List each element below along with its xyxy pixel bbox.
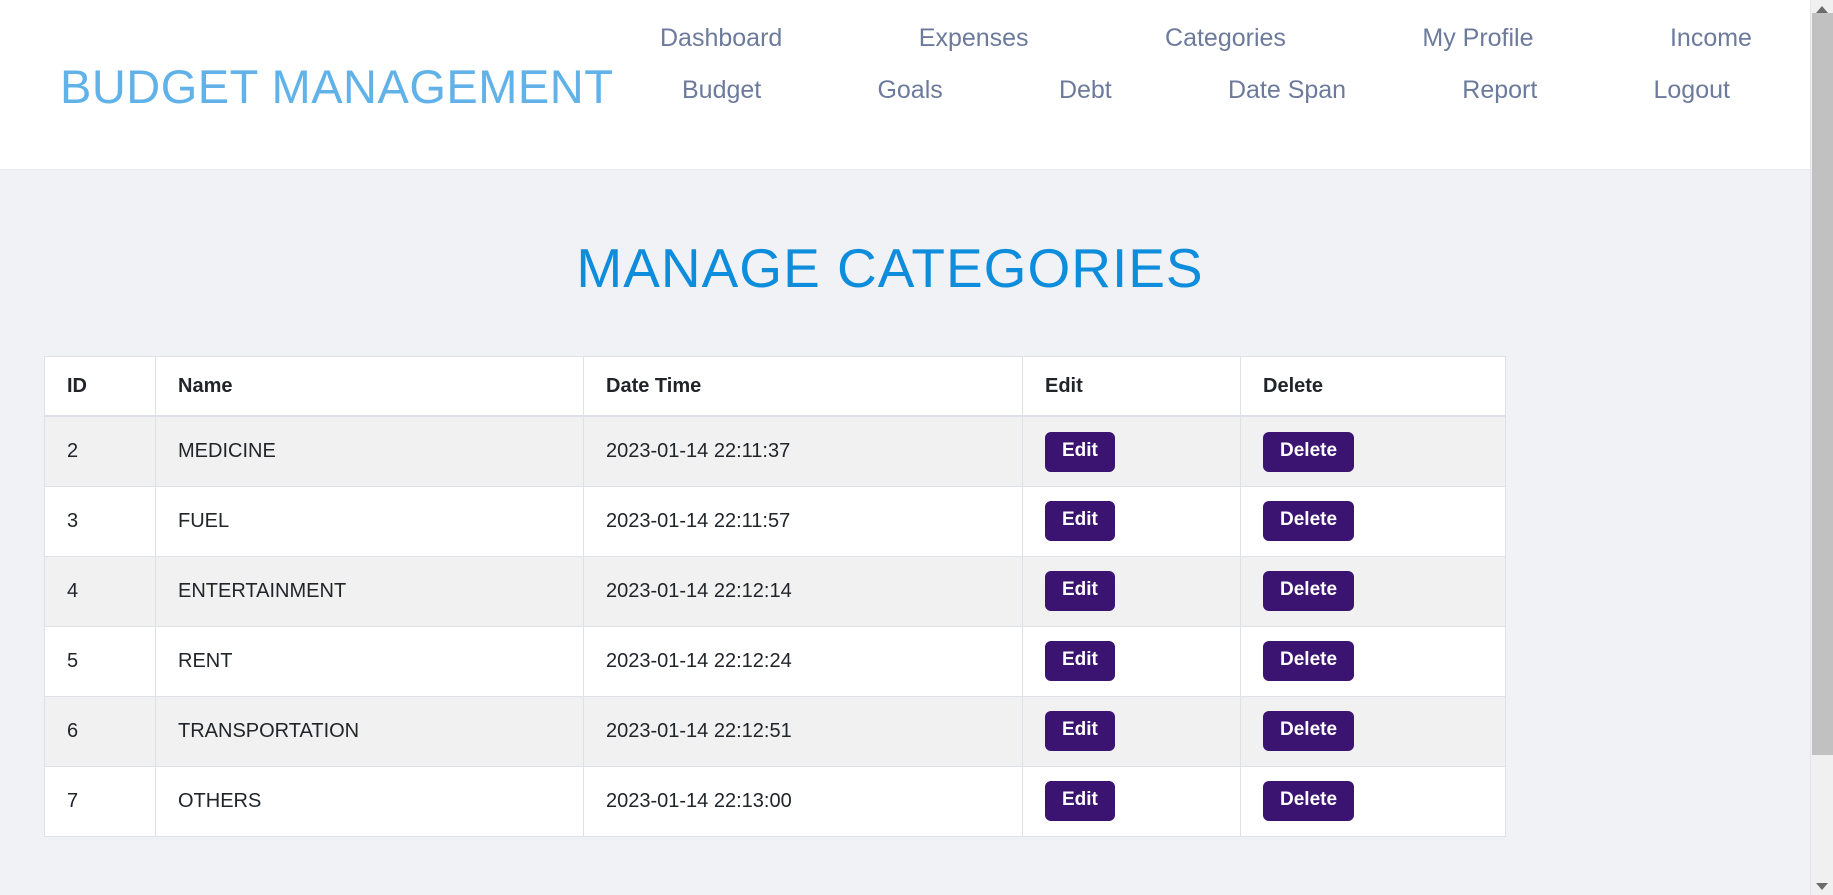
- table-row: 3 FUEL 2023-01-14 22:11:57 Edit Delete: [44, 485, 1506, 557]
- cell-id: 6: [44, 695, 156, 767]
- edit-button[interactable]: Edit: [1045, 501, 1115, 542]
- delete-button[interactable]: Delete: [1263, 571, 1355, 612]
- nav-link-goals[interactable]: Goals: [877, 76, 942, 105]
- nav-link-budget[interactable]: Budget: [682, 76, 761, 105]
- delete-button[interactable]: Delete: [1263, 431, 1355, 472]
- cell-delete: Delete: [1240, 765, 1506, 837]
- nav-link-date-span[interactable]: Date Span: [1228, 76, 1346, 105]
- edit-button[interactable]: Edit: [1045, 711, 1115, 752]
- cell-name: MEDICINE: [155, 415, 584, 487]
- table-row: 7 OTHERS 2023-01-14 22:13:00 Edit Delete: [44, 765, 1506, 837]
- cell-datetime: 2023-01-14 22:12:14: [583, 555, 1023, 627]
- cell-edit: Edit: [1022, 415, 1241, 487]
- browser-viewport: BUDGET MANAGEMENT Dashboard Expenses Cat…: [0, 0, 1810, 895]
- column-header-name: Name: [155, 355, 584, 418]
- categories-table-container: ID Name Date Time Edit Delete 2 MEDICINE 2…: [44, 355, 1506, 837]
- table-row: 5 RENT 2023-01-14 22:12:24 Edit Delete: [44, 625, 1506, 697]
- table-row: 2 MEDICINE 2023-01-14 22:11:37 Edit Delete: [44, 415, 1506, 487]
- delete-button[interactable]: Delete: [1263, 711, 1355, 752]
- cell-delete: Delete: [1240, 695, 1506, 767]
- site-header: BUDGET MANAGEMENT Dashboard Expenses Cat…: [0, 0, 1810, 170]
- delete-button[interactable]: Delete: [1263, 641, 1355, 682]
- column-header-datetime: Date Time: [583, 355, 1023, 418]
- page-content: MANAGE CATEGORIES ID Name Date Time Edit…: [0, 206, 1810, 895]
- table-row: 4 ENTERTAINMENT 2023-01-14 22:12:14 Edit Del…: [44, 555, 1506, 627]
- table-body: 2 MEDICINE 2023-01-14 22:11:37 Edit Delete 3 F…: [44, 415, 1506, 837]
- table-row: 6 TRANSPORTATION 2023-01-14 22:12:51 Edit De…: [44, 695, 1506, 767]
- cell-datetime: 2023-01-14 22:13:00: [583, 765, 1023, 837]
- delete-button[interactable]: Delete: [1263, 781, 1355, 822]
- nav-link-debt[interactable]: Debt: [1059, 76, 1112, 105]
- nav-link-dashboard[interactable]: Dashboard: [660, 24, 782, 53]
- brand-logo[interactable]: BUDGET MANAGEMENT: [60, 63, 613, 110]
- cell-edit: Edit: [1022, 625, 1241, 697]
- cell-delete: Delete: [1240, 625, 1506, 697]
- nav-link-categories[interactable]: Categories: [1165, 24, 1286, 53]
- cell-edit: Edit: [1022, 485, 1241, 557]
- nav-link-report[interactable]: Report: [1462, 76, 1537, 105]
- page-title: MANAGE CATEGORIES: [576, 236, 1204, 299]
- nav-row-secondary: Budget Goals Debt Date Span Report Logou…: [660, 76, 1782, 105]
- cell-name: OTHERS: [155, 765, 584, 837]
- cell-datetime: 2023-01-14 22:12:24: [583, 625, 1023, 697]
- table-header-row: ID Name Date Time Edit Delete: [44, 355, 1506, 418]
- cell-name: RENT: [155, 625, 584, 697]
- scrollbar-thumb[interactable]: [1812, 13, 1833, 755]
- column-header-edit: Edit: [1022, 355, 1241, 418]
- cell-edit: Edit: [1022, 695, 1241, 767]
- column-header-id: ID: [44, 355, 156, 418]
- cell-edit: Edit: [1022, 555, 1241, 627]
- categories-table: ID Name Date Time Edit Delete 2 MEDICINE 2…: [44, 355, 1506, 837]
- edit-button[interactable]: Edit: [1045, 431, 1115, 472]
- nav-link-logout[interactable]: Logout: [1654, 76, 1730, 105]
- cell-delete: Delete: [1240, 415, 1506, 487]
- delete-button[interactable]: Delete: [1263, 501, 1355, 542]
- nav-link-expenses[interactable]: Expenses: [919, 24, 1029, 53]
- nav-link-my-profile[interactable]: My Profile: [1422, 24, 1533, 53]
- cell-id: 7: [44, 765, 156, 837]
- scroll-down-arrow-icon[interactable]: [1811, 877, 1833, 895]
- edit-button[interactable]: Edit: [1045, 571, 1115, 612]
- nav-row-primary: Dashboard Expenses Categories My Profile…: [660, 24, 1782, 53]
- cell-id: 5: [44, 625, 156, 697]
- cell-delete: Delete: [1240, 485, 1506, 557]
- cell-id: 2: [44, 415, 156, 487]
- cell-name: TRANSPORTATION: [155, 695, 584, 767]
- cell-delete: Delete: [1240, 555, 1506, 627]
- cell-id: 4: [44, 555, 156, 627]
- vertical-scrollbar[interactable]: [1810, 0, 1833, 895]
- column-header-delete: Delete: [1240, 355, 1506, 418]
- cell-name: ENTERTAINMENT: [155, 555, 584, 627]
- nav-link-income[interactable]: Income: [1670, 24, 1752, 53]
- edit-button[interactable]: Edit: [1045, 781, 1115, 822]
- cell-id: 3: [44, 485, 156, 557]
- edit-button[interactable]: Edit: [1045, 641, 1115, 682]
- cell-edit: Edit: [1022, 765, 1241, 837]
- cell-datetime: 2023-01-14 22:11:57: [583, 485, 1023, 557]
- table-header: ID Name Date Time Edit Delete: [44, 355, 1506, 418]
- cell-datetime: 2023-01-14 22:12:51: [583, 695, 1023, 767]
- cell-name: FUEL: [155, 485, 584, 557]
- main-navigation: Dashboard Expenses Categories My Profile…: [660, 24, 1782, 105]
- cell-datetime: 2023-01-14 22:11:37: [583, 415, 1023, 487]
